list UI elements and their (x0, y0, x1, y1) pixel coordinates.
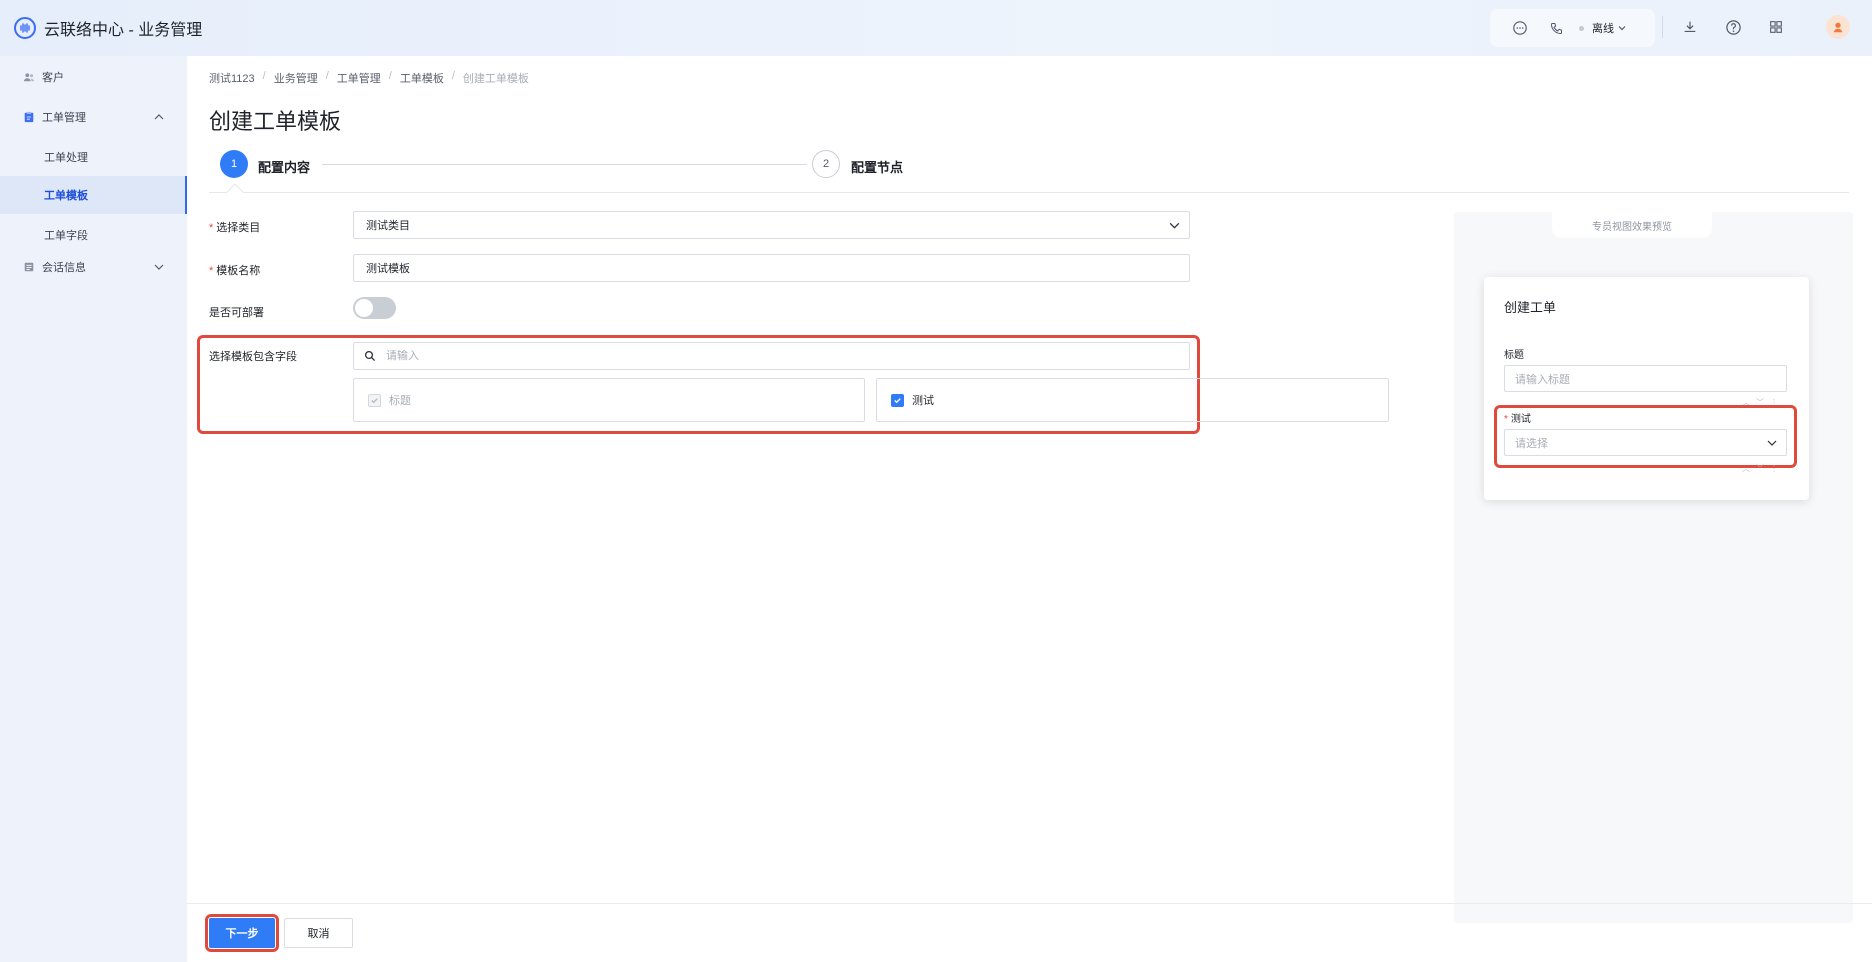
main-content: 测试1123/ 业务管理 / 工单管理 / 工单模板 / 创建工单模板 创建工单模板 … (187, 56, 1872, 962)
search-icon (364, 350, 376, 362)
sidebar-item-label: 工单模板 (44, 190, 88, 202)
users-icon (22, 70, 36, 84)
field-option-label: 标题 (389, 395, 411, 407)
logo-icon (14, 17, 36, 39)
deployable-label: 是否可部署 (209, 307, 264, 319)
chevron-down-icon (1169, 222, 1180, 229)
deployable-toggle[interactable] (353, 297, 396, 319)
steps-divider (209, 192, 1849, 193)
sidebar-item-label: 会话信息 (42, 262, 86, 274)
sidebar-item-session-info[interactable]: 会话信息 (0, 248, 187, 286)
breadcrumb: 测试1123/ 业务管理 / 工单管理 / 工单模板 / 创建工单模板 (209, 70, 529, 86)
page-title: 创建工单模板 (209, 109, 342, 134)
step-2-label: 配置节点 (851, 160, 904, 175)
category-label: * 选择类目 (209, 222, 261, 234)
chevron-down-icon (1767, 440, 1777, 446)
preview-field-actions: ︿﹀⋮ (1742, 464, 1784, 473)
preview-panel: 专员视图效果预览 创建工单 标题 请输入标题 ︿﹀⋮ * 测试 请选择 ︿﹀⋮ (1454, 212, 1853, 923)
download-icon[interactable] (1681, 18, 1699, 36)
breadcrumb-item[interactable]: 业务管理 (274, 70, 318, 86)
clipboard-icon (22, 110, 36, 124)
sidebar-item-label: 客户 (42, 72, 64, 84)
chat-log-icon (22, 260, 36, 274)
sidebar-item-label: 工单处理 (44, 152, 88, 164)
active-step-pointer (226, 183, 244, 201)
chat-icon[interactable] (1511, 19, 1529, 37)
preview-test-select[interactable]: 请选择 (1504, 429, 1787, 456)
brand: 云联络中心 - 业务管理 (14, 16, 202, 40)
sidebar-item-label: 工单管理 (42, 112, 86, 124)
checkbox-checked[interactable] (891, 393, 904, 407)
fields-search-text[interactable] (386, 350, 1166, 362)
chevron-down-icon (154, 264, 164, 270)
sidebar-item-customers[interactable]: 客户 (0, 58, 187, 96)
category-select[interactable]: 测试类目 (353, 211, 1190, 239)
app-title: 云联络中心 - 业务管理 (44, 22, 203, 39)
sidebar-item-ticket-template[interactable]: 工单模板 (0, 176, 187, 214)
preview-test-placeholder: 请选择 (1515, 437, 1548, 450)
breadcrumb-current: 创建工单模板 (462, 73, 529, 85)
status-dot (1579, 25, 1584, 31)
stepper: 1 配置内容 2 配置节点 (220, 150, 1660, 178)
step-2-circle: 2 (812, 150, 840, 178)
sidebar-item-ticket-processing[interactable]: 工单处理 (0, 138, 187, 176)
template-name-label: * 模板名称 (209, 265, 261, 277)
field-option-title[interactable]: 标题 (353, 378, 865, 422)
preview-tab: 专员视图效果预览 (1552, 212, 1712, 238)
template-name-input[interactable]: 测试模板 (353, 254, 1190, 282)
breadcrumb-item[interactable]: 工单模板 (400, 70, 444, 86)
preview-title-label: 标题 (1504, 350, 1524, 361)
breadcrumb-item[interactable]: 测试1123 (209, 70, 255, 86)
category-value: 测试类目 (366, 220, 410, 232)
toolbar-divider (1662, 16, 1663, 38)
next-button[interactable]: 下一步 (209, 918, 275, 948)
sidebar-item-label: 工单字段 (44, 230, 88, 242)
preview-title-input[interactable]: 请输入标题 (1504, 365, 1787, 392)
help-icon[interactable] (1724, 18, 1742, 36)
agent-status-dropdown[interactable]: 离线 (1579, 20, 1627, 36)
preview-card-title: 创建工单 (1504, 300, 1557, 315)
field-option-test[interactable]: 测试 (876, 378, 1389, 422)
preview-card: 创建工单 标题 请输入标题 ︿﹀⋮ * 测试 请选择 ︿﹀⋮ (1484, 277, 1809, 500)
avatar[interactable] (1826, 15, 1850, 39)
breadcrumb-item[interactable]: 工单管理 (337, 70, 381, 86)
toggle-knob (355, 299, 373, 317)
sidebar: 客户 工单管理 工单处理 工单模板 工单字段 会话信息 (0, 56, 187, 962)
step-1-label: 配置内容 (258, 160, 311, 175)
status-label: 离线 (1592, 23, 1614, 35)
field-option-label: 测试 (912, 395, 934, 407)
template-name-value: 测试模板 (366, 263, 410, 275)
top-bar: 云联络中心 - 业务管理 离线 (0, 0, 1872, 56)
step-connector (322, 164, 807, 165)
preview-test-label: * 测试 (1504, 414, 1531, 425)
fields-label: 选择模板包含字段 (209, 351, 297, 363)
chevron-down-icon (1618, 26, 1626, 31)
fields-search-input[interactable] (353, 342, 1190, 370)
checkbox-disabled (368, 393, 381, 407)
chevron-up-icon (154, 114, 164, 120)
phone-icon[interactable] (1547, 19, 1565, 37)
apps-icon[interactable] (1767, 18, 1785, 36)
sidebar-item-ticket-management[interactable]: 工单管理 (0, 98, 187, 136)
footer-divider (187, 903, 1872, 904)
step-1-circle: 1 (220, 150, 248, 178)
cancel-button[interactable]: 取消 (284, 918, 353, 948)
call-toolbar: 离线 (1490, 9, 1655, 47)
